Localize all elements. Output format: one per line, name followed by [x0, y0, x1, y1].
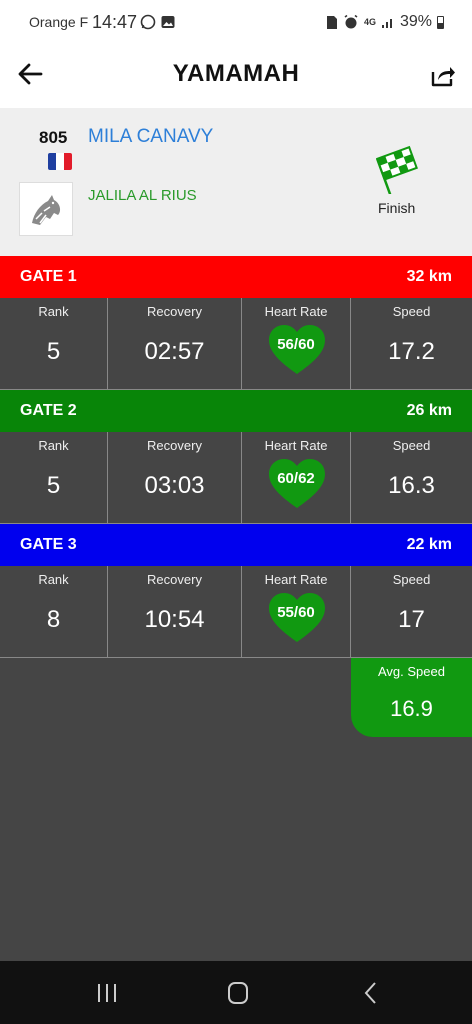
carrier-label: Orange F — [29, 14, 89, 30]
rank-value: 5 — [46, 472, 61, 499]
gallery-icon — [161, 16, 175, 28]
rank-cell: Rank 5 — [0, 298, 108, 389]
average-speed-card: Avg. Speed 16.9 — [351, 658, 472, 737]
france-flag-icon — [48, 153, 72, 170]
gate-2-header: GATE 2 26 km — [0, 390, 472, 432]
rank-value: 5 — [46, 338, 61, 365]
speed-label: Speed — [392, 304, 431, 319]
home-icon[interactable] — [223, 981, 253, 1005]
finish-status: Finish — [378, 200, 416, 216]
back-nav-icon[interactable] — [356, 981, 386, 1005]
recovery-cell: Recovery 10:54 — [108, 566, 242, 657]
heart-rate-cell: Heart Rate 56/60 — [242, 298, 351, 389]
rider-number: 805 — [39, 128, 68, 147]
speed-cell: Speed 16.3 — [351, 432, 472, 523]
app-bar: YAMAMAH — [0, 44, 472, 108]
speed-cell: Speed 17.2 — [351, 298, 472, 389]
speed-label: Speed — [392, 572, 431, 587]
gate-1-stats: Rank 5 Recovery 02:57 Heart Rate 56/60 S… — [0, 298, 472, 390]
heart-rate-value: 60/62 — [277, 470, 315, 487]
heart-rate-value: 56/60 — [277, 336, 315, 353]
gate-name: GATE 2 — [20, 402, 77, 419]
recovery-value: 10:54 — [144, 606, 205, 633]
recovery-cell: Recovery 02:57 — [108, 298, 242, 389]
heart-rate-label: Heart Rate — [264, 572, 328, 587]
recovery-label: Recovery — [147, 438, 202, 453]
page-title: YAMAMAH — [172, 60, 300, 87]
recovery-value: 02:57 — [144, 338, 205, 365]
heart-rate-value: 55/60 — [277, 604, 315, 621]
recovery-label: Recovery — [147, 304, 202, 319]
clock: 14:47 — [92, 12, 138, 32]
average-speed-value: 16.9 — [390, 696, 433, 721]
system-nav-bar — [0, 961, 472, 1024]
heart-rate-cell: Heart Rate 55/60 — [242, 566, 351, 657]
heart-rate-label: Heart Rate — [264, 438, 328, 453]
speed-value: 17.2 — [388, 338, 435, 365]
rank-label: Rank — [38, 438, 69, 453]
network-label: 4G — [363, 17, 376, 27]
recovery-cell: Recovery 03:03 — [108, 432, 242, 523]
share-icon[interactable] — [430, 62, 456, 88]
rank-cell: Rank 8 — [0, 566, 108, 657]
gate-distance: 26 km — [406, 402, 452, 419]
gate-name: GATE 1 — [20, 268, 77, 285]
gate-3-header: GATE 3 22 km — [0, 524, 472, 566]
heart-rate-label: Heart Rate — [264, 304, 328, 319]
speed-value: 17 — [398, 606, 425, 633]
rank-value: 8 — [46, 606, 61, 633]
horse-name[interactable]: JALILA AL RIUS — [88, 187, 197, 204]
sim-icon — [326, 15, 337, 29]
gate-3-stats: Rank 8 Recovery 10:54 Heart Rate 55/60 S… — [0, 566, 472, 658]
gate-distance: 32 km — [406, 268, 452, 285]
gate-name: GATE 3 — [20, 536, 77, 553]
rank-cell: Rank 5 — [0, 432, 108, 523]
gate-1-header: GATE 1 32 km — [0, 256, 472, 298]
horse-photo — [19, 182, 73, 236]
alarm-icon — [344, 14, 358, 29]
rank-label: Rank — [38, 572, 69, 587]
heart-rate-cell: Heart Rate 60/62 — [242, 432, 351, 523]
rider-card: 805 MILA CANAVY JALILA AL RIUS Finish — [0, 108, 472, 256]
gate-2-stats: Rank 5 Recovery 03:03 Heart Rate 60/62 S… — [0, 432, 472, 524]
recovery-value: 03:03 — [144, 472, 205, 499]
recovery-label: Recovery — [147, 572, 202, 587]
speed-cell: Speed 17 — [351, 566, 472, 657]
signal-icon — [381, 19, 392, 28]
speed-value: 16.3 — [388, 472, 435, 499]
rank-label: Rank — [38, 304, 69, 319]
speed-label: Speed — [392, 438, 431, 453]
battery-percent: 39% — [399, 13, 432, 30]
rider-name[interactable]: MILA CANAVY — [88, 126, 213, 148]
recent-apps-icon[interactable] — [92, 981, 122, 1005]
checkered-flag-icon — [375, 145, 418, 194]
battery-icon — [437, 15, 444, 29]
whatsapp-icon — [140, 14, 156, 30]
status-bar: Orange F 14:47 4G 39% — [0, 0, 472, 44]
gate-distance: 22 km — [406, 536, 452, 553]
average-speed-label: Avg. Speed — [378, 664, 445, 679]
